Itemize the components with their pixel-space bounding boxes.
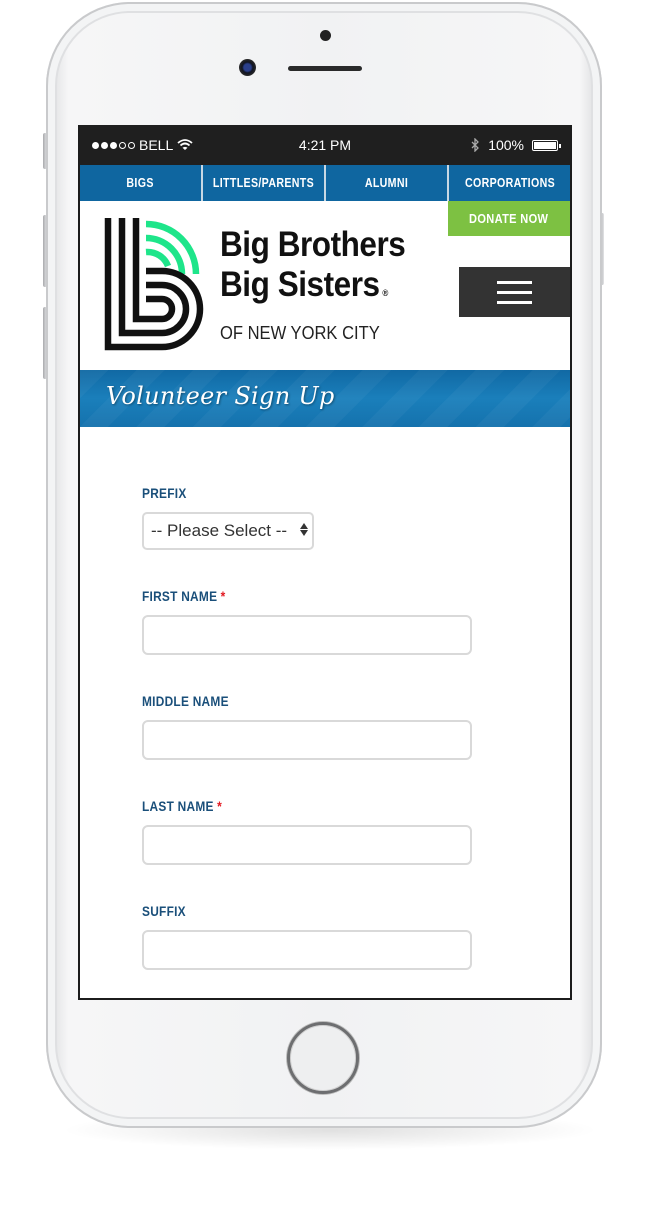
proximity-sensor: [320, 30, 331, 41]
nav-tab-alumni[interactable]: ALUMNI: [326, 165, 449, 201]
home-button[interactable]: [287, 1022, 359, 1094]
prefix-field: PREFIX -- Please Select --: [142, 485, 472, 550]
middle-name-field: MIDDLE NAME: [142, 693, 472, 760]
front-camera-icon: [239, 59, 256, 76]
logo-line-nyc: OF NEW YORK CITY: [220, 323, 380, 343]
required-marker: *: [220, 588, 226, 604]
middle-name-input[interactable]: [142, 720, 472, 760]
last-name-label: LAST NAME *: [142, 798, 223, 814]
audience-nav: BIGS LITTLES/PARENTS ALUMNI CORPORATIONS: [80, 165, 570, 201]
bbbs-logo-text[interactable]: Big Brothers Big Sisters ® OF NEW YORK CI…: [220, 225, 426, 344]
middle-name-label: MIDDLE NAME: [142, 693, 229, 709]
suffix-field: SUFFIX: [142, 903, 472, 970]
prefix-select[interactable]: -- Please Select --: [142, 512, 314, 550]
donate-now-button[interactable]: DONATE NOW: [448, 201, 570, 236]
bluetooth-icon: [471, 138, 480, 152]
select-arrows-icon: [300, 523, 308, 536]
earpiece-speaker: [288, 66, 362, 71]
suffix-label: SUFFIX: [142, 903, 186, 919]
nav-tab-littles-parents[interactable]: LITTLES/PARENTS: [203, 165, 326, 201]
first-name-input[interactable]: [142, 615, 472, 655]
nav-tab-bigs[interactable]: BIGS: [80, 165, 203, 201]
logo-line-big-sisters: Big Sisters ®: [220, 265, 388, 304]
volunteer-signup-form: PREFIX -- Please Select -- FIRST NAME * M…: [142, 485, 472, 998]
page-banner: Volunteer Sign Up: [80, 370, 570, 427]
required-marker: *: [217, 798, 223, 814]
bbbs-logo-icon[interactable]: [104, 216, 204, 351]
last-name-field: LAST NAME *: [142, 798, 472, 865]
logo-line-big-brothers: Big Brothers: [220, 225, 406, 264]
prefix-label: PREFIX: [142, 485, 187, 501]
hamburger-icon: [497, 280, 532, 284]
suffix-input[interactable]: [142, 930, 472, 970]
phone-screen: BELL 4:21 PM 100% BIGS LITTLES/PARENTS A…: [78, 125, 572, 1000]
hamburger-menu-button[interactable]: [459, 267, 570, 317]
first-name-label: FIRST NAME *: [142, 588, 226, 604]
status-bar: BELL 4:21 PM 100%: [80, 125, 570, 165]
site-header: Big Brothers Big Sisters ® OF NEW YORK CI…: [80, 201, 570, 369]
page-title: Volunteer Sign Up: [106, 382, 335, 410]
last-name-input[interactable]: [142, 825, 472, 865]
nav-tab-corporations[interactable]: CORPORATIONS: [449, 165, 570, 201]
first-name-field: FIRST NAME *: [142, 588, 472, 655]
battery-percent: 100%: [488, 137, 524, 153]
battery-icon: [532, 139, 561, 151]
